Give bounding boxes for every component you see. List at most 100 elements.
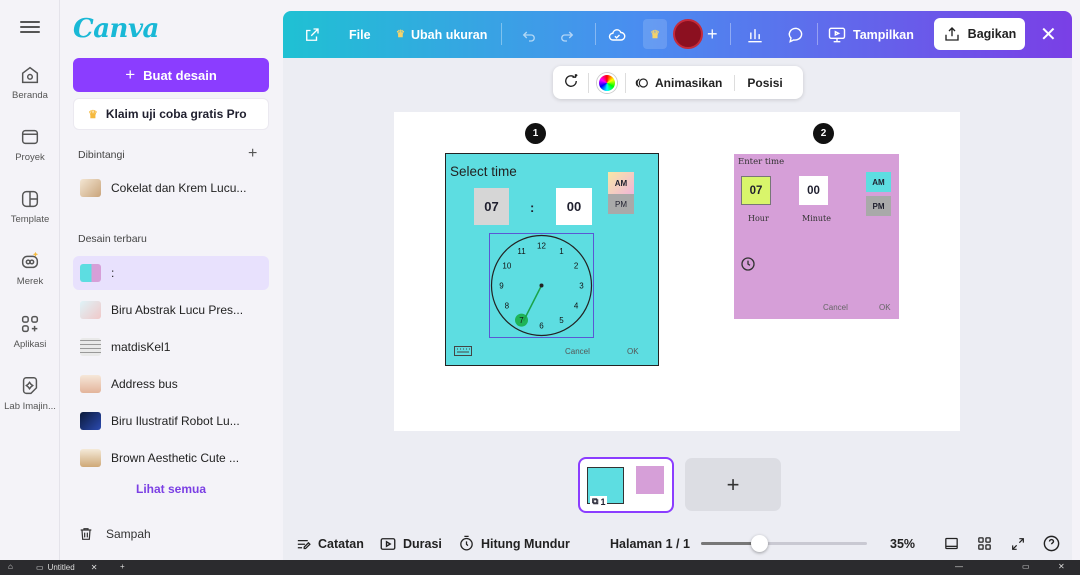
clock-number[interactable]: 1	[559, 247, 564, 256]
trash-button[interactable]: Sampah	[78, 526, 151, 542]
clock-number[interactable]: 2	[574, 262, 579, 271]
hour-box[interactable]: 07	[474, 188, 509, 225]
minute-field[interactable]: 00	[799, 176, 828, 205]
canva-logo[interactable]: Canva	[73, 14, 159, 44]
recent-item-label: Biru Ilustratif Robot Lu...	[111, 414, 240, 428]
redo-button[interactable]	[558, 11, 576, 58]
zoom-slider[interactable]	[701, 535, 867, 552]
pro-crown-button[interactable]: ♛	[643, 19, 667, 49]
color-picker-icon[interactable]	[597, 72, 617, 93]
keyboard-icon[interactable]	[454, 346, 472, 356]
hour-field[interactable]: 07	[741, 176, 771, 205]
present-button[interactable]: Tampilkan	[827, 11, 914, 58]
duration-button[interactable]: Durasi	[379, 527, 442, 560]
page-view-button[interactable]	[943, 527, 960, 560]
starred-item[interactable]: Cokelat dan Krem Lucu...	[73, 171, 269, 205]
rail-home[interactable]: Beranda	[0, 64, 60, 101]
pro-trial-label: Klaim uji coba gratis Pro	[105, 107, 247, 121]
cancel-button[interactable]: Cancel	[823, 303, 848, 312]
close-icon[interactable]: ✕	[91, 563, 98, 572]
home-icon[interactable]: ⌂	[8, 562, 13, 571]
close-icon[interactable]: ✕	[1058, 562, 1065, 571]
pm-button[interactable]: PM	[866, 196, 891, 216]
grid-icon	[978, 537, 991, 550]
clock-number[interactable]: 5	[559, 316, 564, 325]
add-collaborator-button[interactable]: +	[707, 11, 718, 58]
create-design-button[interactable]: + Buat desain	[73, 58, 269, 92]
clock-number[interactable]: 11	[517, 247, 526, 256]
am-button[interactable]: AM	[866, 172, 891, 192]
grid-view-button[interactable]	[976, 527, 993, 560]
time-picker-input[interactable]: Enter time 07 00 Hour Minute AM PM Cance…	[734, 154, 899, 319]
help-button[interactable]	[1042, 527, 1061, 560]
position-button[interactable]: Posisi	[747, 76, 782, 90]
crown-icon: ♛	[650, 28, 660, 41]
pm-button[interactable]: PM	[608, 194, 634, 214]
undo-button[interactable]	[520, 11, 538, 58]
close-button[interactable]: ✕	[1040, 11, 1057, 58]
recent-item[interactable]: Biru Ilustratif Robot Lu...	[73, 404, 269, 438]
see-all-link[interactable]: Lihat semua	[136, 482, 206, 496]
recent-item[interactable]: Brown Aesthetic Cute ...	[73, 441, 269, 475]
countdown-button[interactable]: Hitung Mundur	[458, 527, 570, 560]
animate-icon	[635, 77, 648, 88]
zoom-slider-thumb[interactable]	[751, 535, 769, 552]
rail-apps[interactable]: Aplikasi	[0, 313, 60, 350]
divider	[730, 23, 731, 45]
divider	[625, 72, 626, 93]
clock-number[interactable]: 12	[537, 242, 546, 251]
clock-number[interactable]: 4	[574, 302, 579, 311]
insights-button[interactable]	[745, 11, 765, 58]
menu-icon[interactable]	[20, 18, 40, 38]
maximize-icon[interactable]: ▭	[1022, 562, 1030, 571]
clock-face[interactable]: 121234567891011	[489, 233, 594, 338]
page-thumbnail[interactable]: ⧉ 1	[578, 457, 674, 513]
clock-number[interactable]: 6	[539, 322, 544, 331]
user-avatar[interactable]	[673, 19, 703, 49]
ok-button[interactable]: OK	[879, 303, 891, 312]
animate-button[interactable]: Animasikan	[634, 75, 722, 91]
pro-trial-button[interactable]: ♛ Klaim uji coba gratis Pro	[73, 98, 269, 130]
file-menu[interactable]: File	[349, 11, 371, 58]
resize-button[interactable]: ♛ Ubah ukuran	[396, 11, 487, 58]
clock-number[interactable]: 8	[505, 302, 510, 311]
page-view-icon	[945, 537, 958, 550]
minute-box[interactable]: 00	[556, 188, 592, 225]
recent-item[interactable]: Biru Abstrak Lucu Pres...	[73, 293, 269, 327]
taskbar-tab[interactable]: ▭ Untitled ✕	[36, 563, 97, 572]
time-picker-clock[interactable]: Select time 07 : 00 AM PM 12 1 2 3 4 5 6 7 8 9 10 1…	[445, 153, 659, 366]
replace-icon[interactable]	[562, 72, 580, 93]
rail-projects[interactable]: Proyek	[0, 126, 60, 163]
editor-footer: Catatan Durasi Hitung Mundur Halaman 1 /…	[283, 527, 1072, 560]
add-page-button[interactable]: +	[685, 458, 781, 511]
clock-icon[interactable]	[740, 256, 756, 272]
fullscreen-button[interactable]	[1010, 527, 1026, 560]
recent-item[interactable]: :	[73, 256, 269, 290]
rail-brand[interactable]: Merek	[0, 250, 60, 287]
recent-item[interactable]: matdisKel1	[73, 330, 269, 364]
comments-button[interactable]	[786, 11, 806, 58]
zoom-level[interactable]: 35%	[890, 527, 915, 560]
share-button[interactable]: Bagikan	[934, 18, 1025, 50]
notes-button[interactable]: Catatan	[295, 527, 364, 560]
bar-chart-icon	[748, 28, 762, 42]
page-indicator[interactable]: Halaman 1 / 1	[610, 527, 690, 560]
am-button[interactable]: AM	[608, 172, 634, 194]
recent-item[interactable]: Address bus	[73, 367, 269, 401]
ok-button[interactable]: OK	[627, 347, 639, 356]
rail-magic-lab[interactable]: Lab Imajin...	[0, 375, 60, 412]
new-tab-icon[interactable]: +	[120, 562, 125, 571]
clock-number[interactable]: 10	[502, 262, 511, 271]
minimize-icon[interactable]: —	[955, 562, 963, 571]
open-external-button[interactable]	[303, 11, 321, 58]
cancel-button[interactable]: Cancel	[565, 347, 590, 356]
cloud-save-button[interactable]	[607, 11, 627, 58]
clock-number[interactable]: 3	[579, 282, 584, 291]
resize-label: Ubah ukuran	[410, 27, 488, 42]
rail-templates[interactable]: Template	[0, 188, 60, 225]
add-starred-icon[interactable]: +	[248, 145, 257, 163]
clock-number[interactable]: 9	[499, 282, 504, 291]
folder-icon	[21, 129, 39, 145]
design-canvas[interactable]: 1 2 Select time 07 : 00 AM PM 12 1 2 3 4 5 6 7 8…	[394, 112, 960, 431]
notes-icon	[297, 540, 311, 550]
